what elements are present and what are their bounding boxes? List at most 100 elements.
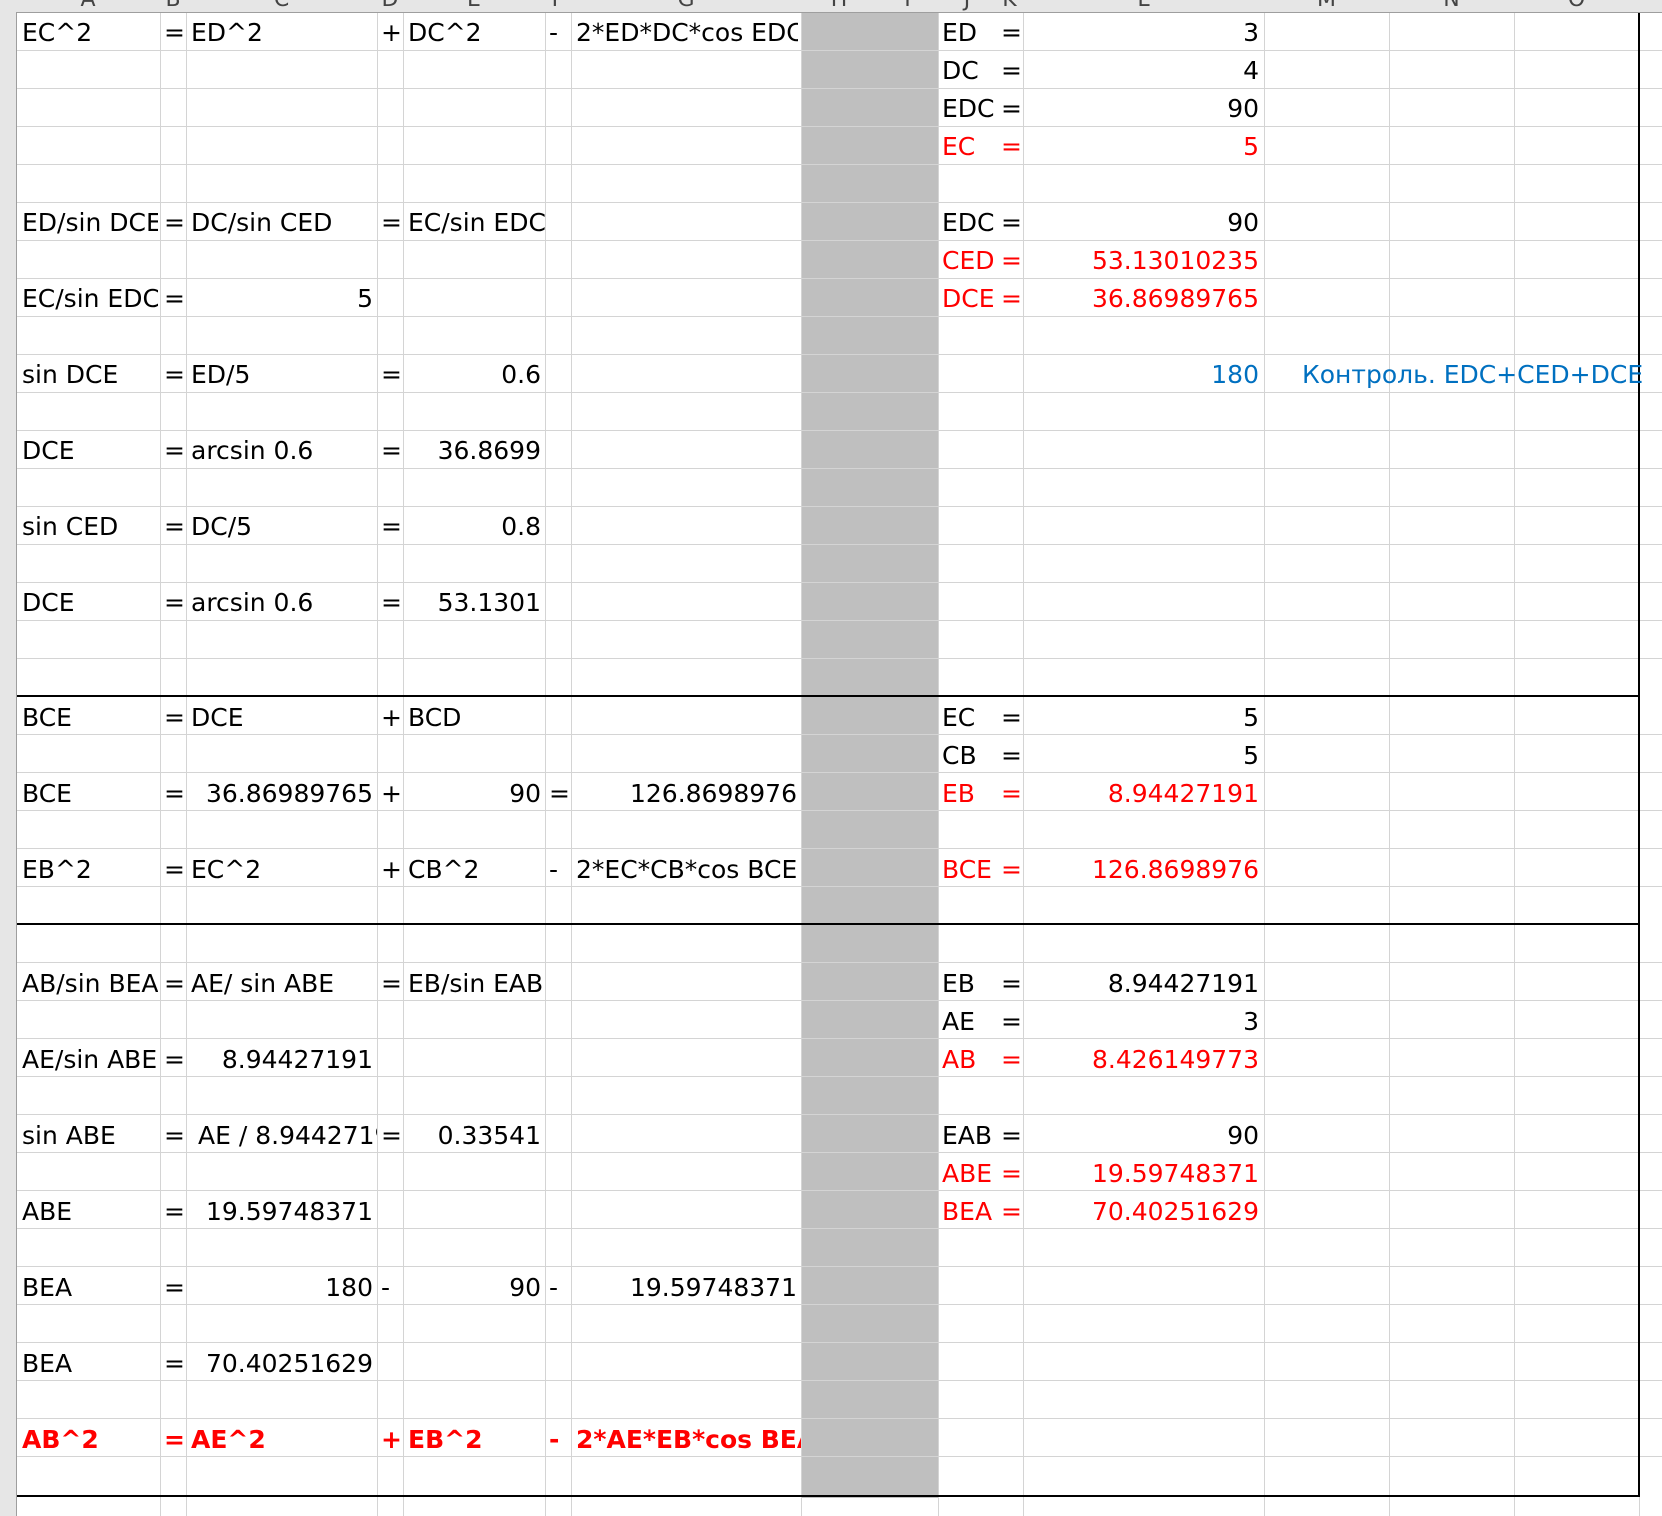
cell-c28[interactable]: 8.94427191 [191,1041,373,1079]
cell-c8[interactable]: 5 [191,280,373,318]
cell-b6[interactable]: = [164,204,184,242]
column-header-o[interactable]: O [1514,0,1639,11]
cell-l4[interactable]: 5 [1025,128,1259,166]
cell-a34[interactable]: BEA [22,1269,156,1307]
cell-a19[interactable]: BCE [22,699,156,737]
column-header-g[interactable]: G [571,0,801,11]
cell-b19[interactable]: = [164,699,184,737]
cell-k1[interactable]: = [1001,14,1021,52]
cell-j7[interactable]: CED [942,242,996,280]
cell-a6[interactable]: ED/sin DCE [22,204,158,242]
cell-a10[interactable]: sin DCE [22,356,156,394]
column-header-f[interactable]: F [545,0,571,11]
cell-l21[interactable]: 8.94427191 [1025,775,1259,813]
cell-d6[interactable]: = [381,204,401,242]
cell-k23[interactable]: = [1001,851,1021,889]
cell-b21[interactable]: = [164,775,184,813]
cell-a1[interactable]: EC^2 [22,14,156,52]
cell-e19[interactable]: BCD [408,699,542,737]
cell-b8[interactable]: = [164,280,184,318]
cell-l26[interactable]: 8.94427191 [1025,965,1259,1003]
cell-j27[interactable]: AE [942,1003,996,1041]
cell-l2[interactable]: 4 [1025,52,1259,90]
cell-b10[interactable]: = [164,356,184,394]
cell-d16[interactable]: = [381,584,401,622]
cell-e6[interactable]: EC/sin EDC [408,204,568,242]
cell-f38[interactable]: - [549,1421,569,1459]
spreadsheet-grid[interactable]: A B C D E F G H I J K L M N O EC^2 = ED^… [0,0,1662,1516]
column-header-e[interactable]: E [403,0,545,11]
column-header-c[interactable]: C [186,0,377,11]
cell-j28[interactable]: AB [942,1041,996,1079]
cell-a38[interactable]: AB^2 [22,1421,156,1459]
cell-a16[interactable]: DCE [22,584,156,622]
cell-c14[interactable]: DC/5 [191,508,371,546]
cell-b38[interactable]: = [164,1421,184,1459]
cell-d23[interactable]: + [381,851,401,889]
cell-l8[interactable]: 36.86989765 [1025,280,1259,318]
cell-d34[interactable]: - [381,1269,401,1307]
column-header-j[interactable]: J [938,0,996,11]
cell-c26[interactable]: AE/ sin ABE [191,965,371,1003]
cell-e21[interactable]: 90 [408,775,541,813]
cell-e16[interactable]: 53.1301 [408,584,541,622]
cell-k6[interactable]: = [1001,204,1021,242]
cell-g21[interactable]: 126.8698976 [576,775,797,813]
column-header-h[interactable]: H [801,0,877,11]
cell-e34[interactable]: 90 [408,1269,541,1307]
cell-j20[interactable]: CB [942,737,996,775]
cell-a14[interactable]: sin CED [22,508,156,546]
cell-f34[interactable]: - [549,1269,569,1307]
column-header-b[interactable]: B [160,0,186,11]
cell-c38[interactable]: AE^2 [191,1421,371,1459]
cell-j8[interactable]: DCE [942,280,996,318]
cell-e12[interactable]: 36.8699 [408,432,541,470]
cell-b34[interactable]: = [164,1269,184,1307]
cell-l19[interactable]: 5 [1025,699,1259,737]
cell-c10[interactable]: ED/5 [191,356,371,394]
cell-a28[interactable]: AE/sin ABE [22,1041,158,1079]
cell-c34[interactable]: 180 [191,1269,373,1307]
cell-k20[interactable]: = [1001,737,1021,775]
cell-j30[interactable]: EAB [942,1117,996,1155]
cell-m10-control-note[interactable]: Контроль. EDC+CED+DCE [1302,356,1643,394]
cell-e30[interactable]: 0.33541 [408,1117,541,1155]
cell-j4[interactable]: EC [942,128,996,166]
cell-c30[interactable]: AE / 8.94427191 [198,1117,377,1155]
cell-d14[interactable]: = [381,508,401,546]
cell-j23[interactable]: BCE [942,851,996,889]
cell-c1[interactable]: ED^2 [191,14,371,52]
cell-k26[interactable]: = [1001,965,1021,1003]
cell-e26[interactable]: EB/sin EAB [408,965,568,1003]
cell-c16[interactable]: arcsin 0.6 [191,584,371,622]
cell-k4[interactable]: = [1001,128,1021,166]
cell-j2[interactable]: DC [942,52,996,90]
cell-d10[interactable]: = [381,356,401,394]
cell-e1[interactable]: DC^2 [408,14,542,52]
cell-l1[interactable]: 3 [1025,14,1259,52]
cell-j19[interactable]: EC [942,699,996,737]
cell-f23[interactable]: - [549,851,569,889]
cell-k32[interactable]: = [1001,1193,1021,1231]
cell-l6[interactable]: 90 [1025,204,1259,242]
cell-a12[interactable]: DCE [22,432,156,470]
cell-g23[interactable]: 2*EC*CB*cos BCE [576,851,798,889]
cell-k28[interactable]: = [1001,1041,1021,1079]
cell-l30[interactable]: 90 [1025,1117,1259,1155]
cell-k27[interactable]: = [1001,1003,1021,1041]
cell-j31[interactable]: ABE [942,1155,996,1193]
cell-b32[interactable]: = [164,1193,184,1231]
cell-b1[interactable]: = [164,14,184,52]
cell-c23[interactable]: EC^2 [191,851,371,889]
cell-k7[interactable]: = [1001,242,1021,280]
cell-k21[interactable]: = [1001,775,1021,813]
cell-b36[interactable]: = [164,1345,184,1383]
cell-c6[interactable]: DC/sin CED [191,204,371,242]
cell-b30[interactable]: = [164,1117,184,1155]
column-header-i[interactable]: I [877,0,938,11]
cell-e38[interactable]: EB^2 [408,1421,542,1459]
cell-j21[interactable]: EB [942,775,996,813]
cell-k19[interactable]: = [1001,699,1021,737]
cell-d30[interactable]: = [381,1117,401,1155]
cell-c32[interactable]: 19.59748371 [191,1193,373,1231]
